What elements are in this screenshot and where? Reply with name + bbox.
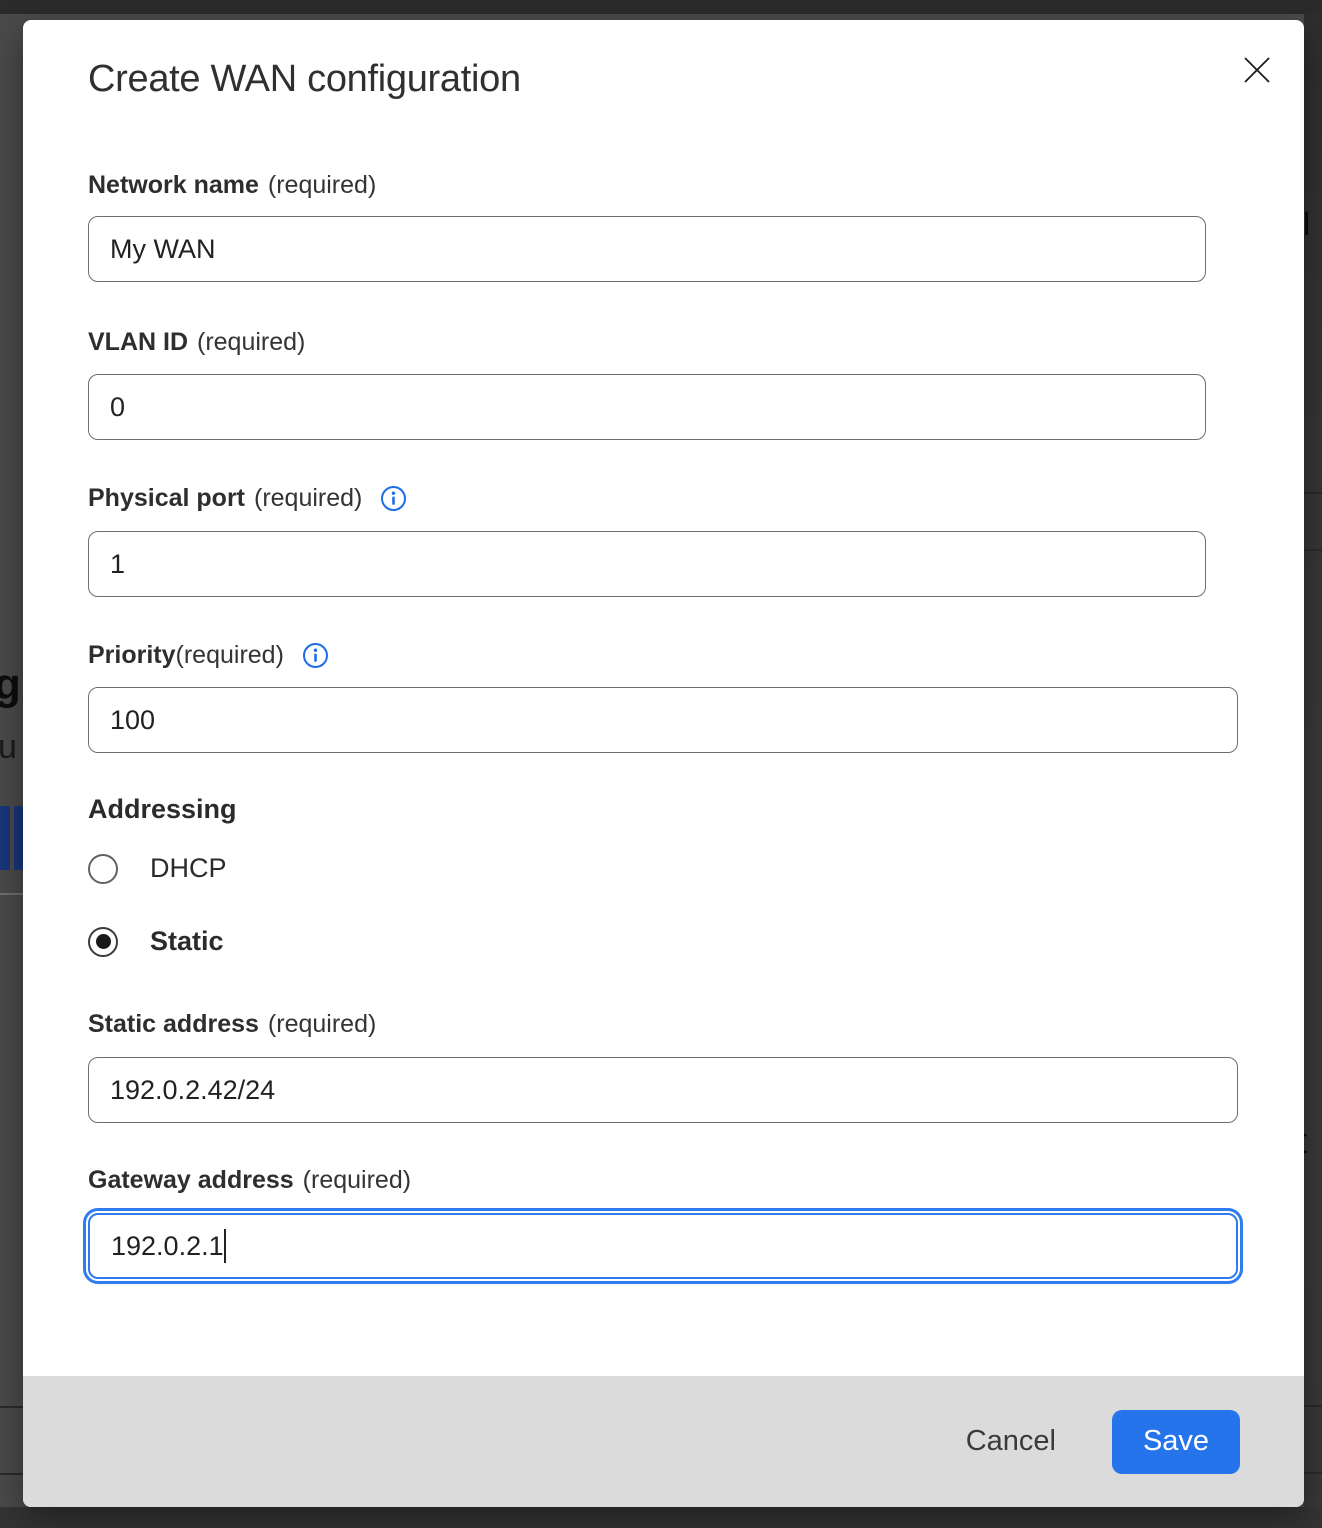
vlan-id-input[interactable] — [88, 374, 1206, 440]
vlan-id-label: VLAN ID (required) — [88, 325, 305, 359]
text-cursor — [224, 1229, 226, 1263]
priority-input[interactable] — [88, 687, 1238, 753]
gateway-address-field — [88, 1213, 1238, 1279]
background-text-fragment: u — [0, 728, 18, 767]
background-divider — [1304, 1472, 1322, 1474]
radio-option-dhcp[interactable]: DHCP — [88, 853, 227, 884]
dialog-footer: Cancel Save — [23, 1376, 1304, 1507]
static-address-input[interactable] — [88, 1057, 1238, 1123]
background-divider — [1304, 492, 1322, 494]
network-name-label: Network name (required) — [88, 168, 376, 202]
background-divider — [1304, 1405, 1322, 1407]
radio-option-label: DHCP — [150, 853, 227, 884]
required-hint: (required) — [268, 168, 376, 202]
close-icon — [1243, 56, 1271, 84]
network-name-input[interactable] — [88, 216, 1206, 282]
background-divider — [0, 1406, 23, 1408]
background-right-band — [1304, 14, 1322, 1507]
background-blue-fragment — [14, 806, 23, 870]
background-blue-fragment — [0, 806, 10, 870]
background-divider — [1304, 549, 1322, 551]
addressing-heading: Addressing — [88, 794, 237, 825]
background-divider — [0, 893, 23, 895]
required-hint: (required) — [176, 638, 284, 672]
cancel-button[interactable]: Cancel — [956, 1419, 1066, 1464]
radio-unselected-icon — [88, 854, 118, 884]
background-divider — [0, 1473, 23, 1475]
required-hint: (required) — [268, 1007, 376, 1041]
physical-port-input[interactable] — [88, 531, 1206, 597]
physical-port-label: Physical port (required) — [88, 481, 407, 515]
required-hint: (required) — [303, 1163, 411, 1197]
gateway-address-label: Gateway address (required) — [88, 1163, 411, 1197]
required-hint: (required) — [254, 481, 362, 515]
required-hint: (required) — [197, 325, 305, 359]
create-wan-dialog: Create WAN configuration Network name (r… — [23, 20, 1304, 1507]
gateway-address-input[interactable] — [88, 1213, 1238, 1279]
radio-option-label: Static — [150, 926, 224, 957]
background-bottom-band — [0, 1507, 1322, 1528]
static-address-label: Static address (required) — [88, 1007, 376, 1041]
radio-option-static[interactable]: Static — [88, 926, 224, 957]
priority-label: Priority (required) — [88, 638, 329, 672]
background-text-fragment: g — [0, 660, 18, 710]
close-button[interactable] — [1235, 48, 1279, 92]
radio-selected-icon — [88, 927, 118, 957]
info-icon[interactable] — [302, 642, 329, 669]
info-icon[interactable] — [380, 485, 407, 512]
save-button[interactable]: Save — [1112, 1410, 1240, 1474]
background-top-band — [0, 0, 1322, 14]
dialog-title: Create WAN configuration — [88, 58, 521, 101]
